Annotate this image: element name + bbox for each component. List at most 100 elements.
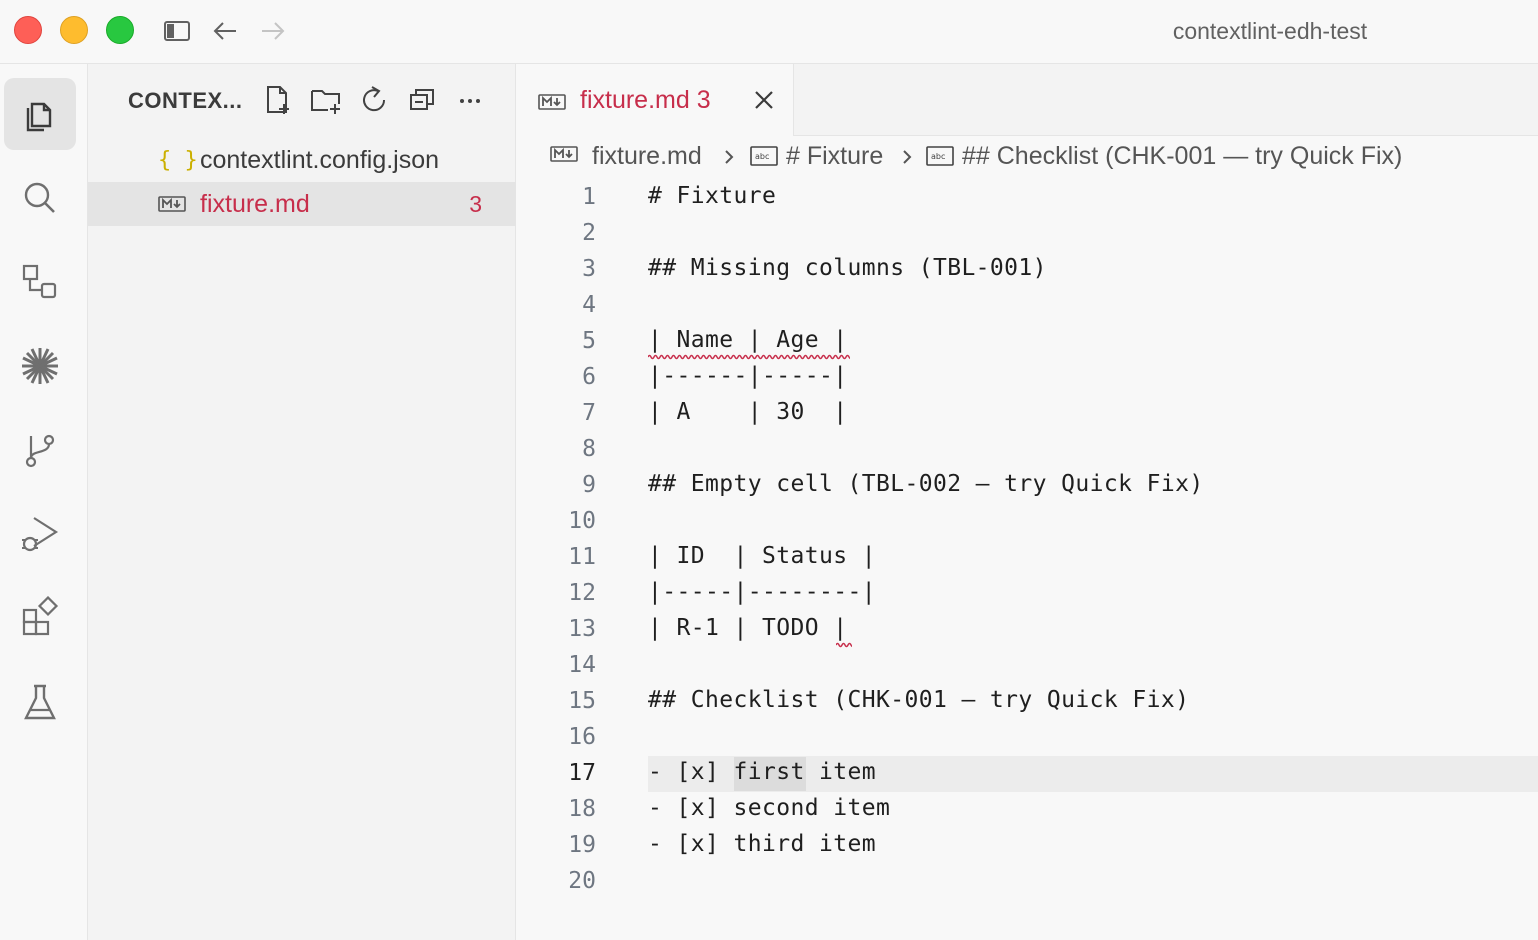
collapse-all-icon[interactable] [406, 84, 438, 116]
search-icon[interactable] [4, 162, 76, 234]
back-arrow-icon[interactable] [210, 16, 240, 46]
line-number: 11 [568, 544, 596, 570]
line-number: 9 [582, 472, 596, 498]
breadcrumb-file[interactable]: fixture.md [592, 142, 702, 171]
chevron-right-icon [725, 150, 734, 164]
new-file-icon[interactable] [262, 84, 294, 116]
breadcrumb: fixture.md abc # Fixture abc ## Checklis… [516, 136, 1538, 180]
code-text: |-----|--------| [648, 579, 876, 605]
markdown-file-icon [538, 94, 566, 110]
code-text: | Name | Age | [648, 327, 848, 353]
line-number: 2 [582, 220, 596, 246]
line-number: 17 [568, 760, 596, 786]
code-text: | ID | Status | [648, 543, 876, 569]
file-item-config[interactable]: { } contextlint.config.json [88, 138, 516, 182]
line-number: 13 [568, 616, 596, 642]
editor-line[interactable]: 13 | R-1 | TODO | [516, 612, 1538, 648]
breadcrumb-subsection[interactable]: ## Checklist (CHK-001 — try Quick Fix) [962, 142, 1402, 171]
explorer-icon[interactable] [4, 78, 76, 150]
refresh-icon[interactable] [358, 84, 390, 116]
file-item-fixture[interactable]: fixture.md 3 [88, 182, 516, 226]
editor-line[interactable]: 16 [516, 720, 1538, 756]
editor-line[interactable]: 4 [516, 288, 1538, 324]
code-text: |------|-----| [648, 363, 848, 389]
string-symbol-icon: abc [926, 146, 954, 166]
editor-line[interactable]: 9 ## Empty cell (TBL-002 — try Quick Fix) [516, 468, 1538, 504]
tab-fixture-md[interactable]: fixture.md 3 [516, 64, 794, 136]
svg-text:abc: abc [755, 152, 769, 161]
minimize-window-button[interactable] [60, 16, 88, 44]
window-title: contextlint-edh-test [1172, 18, 1368, 44]
remote-explorer-icon[interactable] [4, 246, 76, 318]
line-number: 8 [582, 436, 596, 462]
line-number: 6 [582, 364, 596, 390]
editor-line[interactable]: 3 ## Missing columns (TBL-001) [516, 252, 1538, 288]
maximize-window-button[interactable] [106, 16, 134, 44]
line-number: 15 [568, 688, 596, 714]
code-text: - [x] third item [648, 831, 876, 857]
line-number: 16 [568, 724, 596, 750]
file-item-label: fixture.md [200, 189, 310, 218]
editor-line[interactable]: 7 | A | 30 | [516, 396, 1538, 432]
testing-icon[interactable] [4, 666, 76, 738]
line-number: 12 [568, 580, 596, 606]
close-window-button[interactable] [14, 16, 42, 44]
extensions-icon[interactable] [4, 582, 76, 654]
editor-tabs: fixture.md 3 [516, 64, 1538, 136]
code-text: | R-1 | TODO | [648, 615, 848, 641]
markdown-file-icon [550, 146, 578, 162]
markdown-file-icon [158, 196, 186, 212]
editor-line[interactable]: 8 [516, 432, 1538, 468]
breadcrumb-section[interactable]: # Fixture [786, 142, 883, 171]
tab-problem-count: 3 [696, 86, 711, 114]
explorer-header: CONTEX... [88, 64, 516, 138]
toggle-sidebar-icon[interactable] [162, 16, 192, 46]
explorer-title: CONTEX... [128, 88, 243, 113]
code-text: - [x] first item [648, 759, 876, 785]
code-text: - [x] second item [648, 795, 891, 821]
code-text: ## Checklist (CHK-001 — try Quick Fix) [648, 687, 1190, 713]
code-text: # Fixture [648, 183, 777, 209]
problem-count-badge: 3 [469, 190, 482, 217]
line-number: 3 [582, 256, 596, 282]
line-number: 4 [582, 292, 596, 318]
tab-label: fixture.md 3 [580, 86, 711, 114]
editor-line[interactable]: 11 | ID | Status | [516, 540, 1538, 576]
editor-line[interactable]: 20 [516, 864, 1538, 900]
explorer-panel: CONTEX... { } contextlint.config.json fi… [88, 64, 516, 940]
code-text: ## Empty cell (TBL-002 — try Quick Fix) [648, 471, 1204, 497]
title-bar: contextlint-edh-test [0, 0, 1538, 64]
line-number: 10 [568, 508, 596, 534]
line-number: 18 [568, 796, 596, 822]
editor-line[interactable]: 12 |-----|--------| [516, 576, 1538, 612]
file-item-label: contextlint.config.json [200, 145, 440, 174]
code-text: | A | 30 | [648, 399, 848, 425]
run-debug-icon[interactable] [4, 498, 76, 570]
new-folder-icon[interactable] [310, 84, 342, 116]
line-number: 14 [568, 652, 596, 678]
close-tab-icon[interactable] [750, 86, 778, 114]
code-editor[interactable]: 1 # Fixture 2 3 ## Missing columns (TBL-001)… [516, 180, 1538, 940]
forward-arrow-icon[interactable] [258, 16, 288, 46]
source-control-icon[interactable] [4, 414, 76, 486]
chevron-right-icon [903, 150, 912, 164]
string-symbol-icon: abc [750, 146, 778, 166]
editor-line[interactable]: 6 |------|-----| [516, 360, 1538, 396]
editor-line[interactable]: 1 # Fixture [516, 180, 1538, 216]
sparkle-icon[interactable] [4, 330, 76, 402]
error-squiggle[interactable] [648, 354, 850, 360]
svg-text:abc: abc [931, 152, 945, 161]
more-actions-icon[interactable] [454, 84, 486, 116]
error-squiggle[interactable] [836, 642, 852, 648]
editor-line[interactable]: 15 ## Checklist (CHK-001 — try Quick Fix) [516, 684, 1538, 720]
line-number: 19 [568, 832, 596, 858]
editor-line[interactable]: 2 [516, 216, 1538, 252]
editor-line[interactable]: 17 - [x] first item [516, 756, 1538, 792]
code-text: ## Missing columns (TBL-001) [648, 255, 1047, 281]
editor-line[interactable]: 10 [516, 504, 1538, 540]
line-number: 20 [568, 868, 596, 894]
line-number: 1 [582, 184, 596, 210]
editor-line[interactable]: 19 - [x] third item [516, 828, 1538, 864]
editor-line[interactable]: 14 [516, 648, 1538, 684]
editor-line[interactable]: 18 - [x] second item [516, 792, 1538, 828]
